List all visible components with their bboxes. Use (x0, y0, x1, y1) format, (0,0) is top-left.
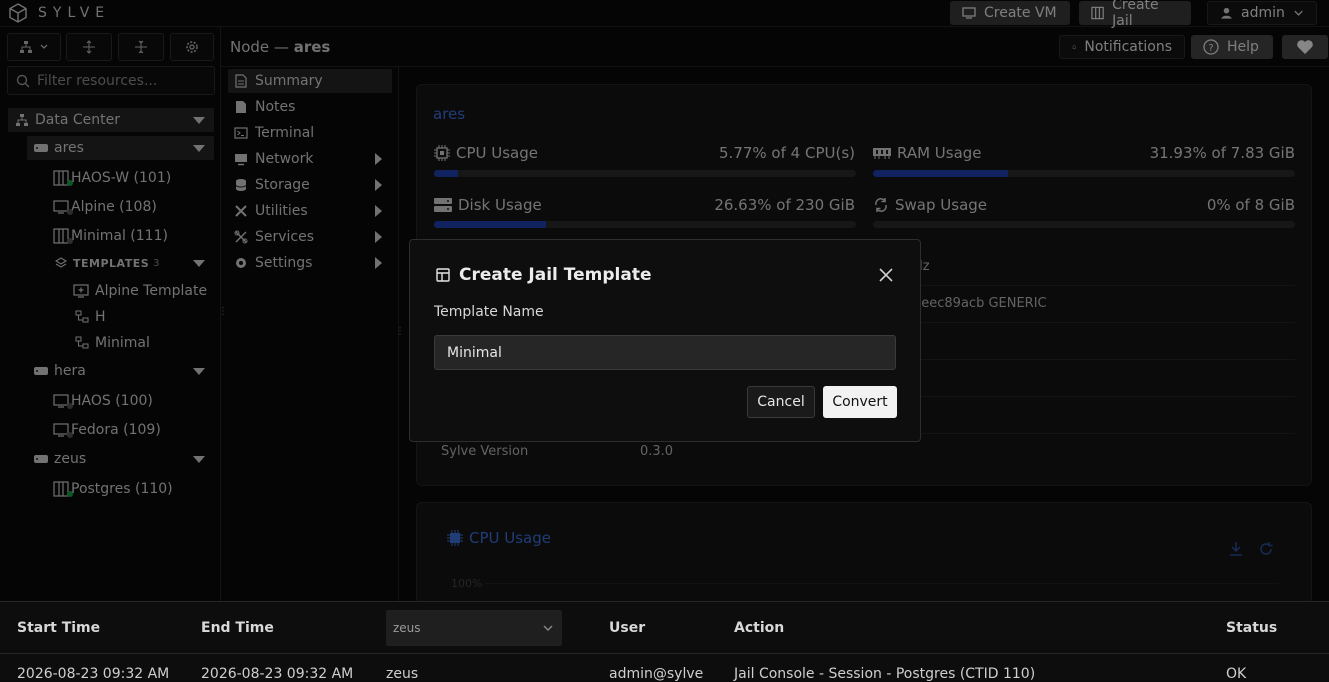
node-filter-value: zeus (393, 621, 421, 635)
template-name-label: Template Name (434, 304, 544, 320)
create-jail-template-dialog: Create Jail Template Template Name Minim… (409, 239, 921, 442)
cell-node: zeus (386, 666, 419, 682)
cancel-button[interactable]: Cancel (747, 386, 815, 418)
divider (0, 653, 1329, 654)
cell-status: OK (1226, 666, 1247, 682)
column-header-user[interactable]: User (609, 620, 645, 636)
close-icon[interactable] (879, 268, 893, 282)
node-filter-select[interactable]: zeus (386, 610, 562, 646)
chevron-down-icon (543, 625, 553, 631)
dialog-title: Create Jail Template (459, 265, 652, 285)
cell-start-time: 2026-08-23 09:32 AM (17, 666, 170, 682)
template-name-input[interactable]: Minimal (434, 335, 896, 370)
column-header-end-time[interactable]: End Time (201, 620, 274, 636)
cell-user: admin@sylve (609, 666, 704, 682)
cell-action: Jail Console - Session - Postgres (CTID … (734, 666, 1036, 682)
column-header-action[interactable]: Action (734, 620, 784, 636)
task-log-table: Start Time End Time zeus User Action Sta… (0, 601, 1329, 682)
column-header-status[interactable]: Status (1226, 620, 1277, 636)
dialog-header: Create Jail Template (435, 265, 652, 285)
template-name-value: Minimal (447, 344, 502, 361)
column-header-start-time[interactable]: Start Time (17, 620, 100, 636)
cell-end-time: 2026-08-23 09:32 AM (201, 666, 354, 682)
convert-button[interactable]: Convert (823, 386, 897, 418)
template-icon (436, 268, 450, 282)
